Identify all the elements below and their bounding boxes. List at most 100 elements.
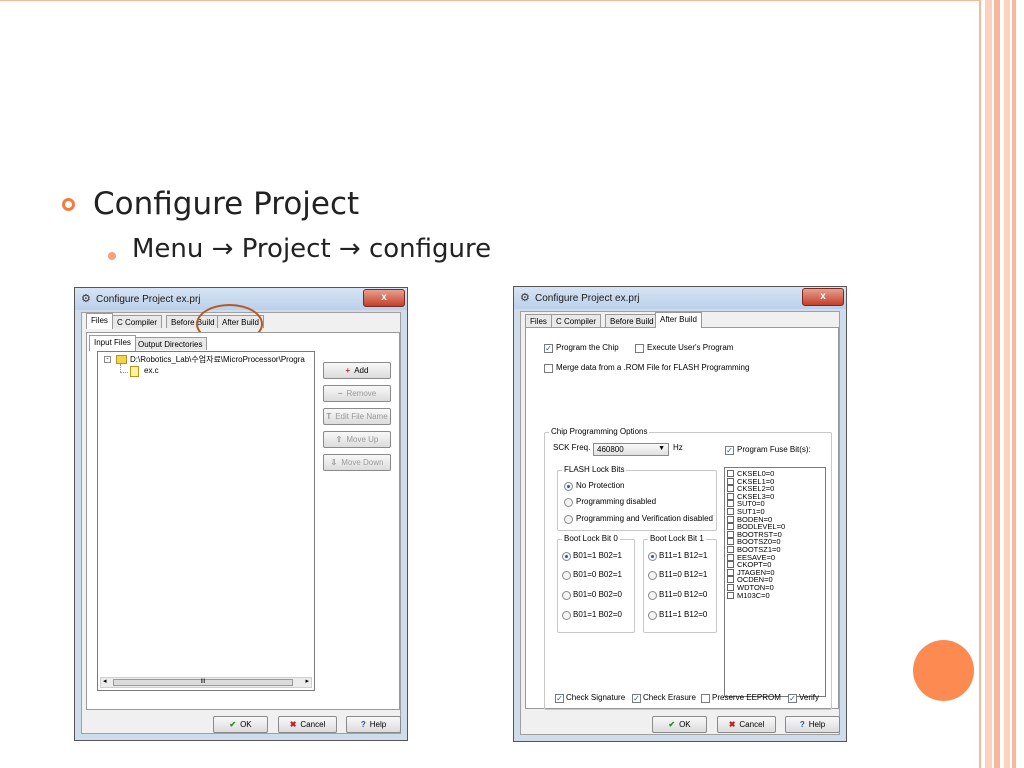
fuse-bit-checkbox[interactable] <box>727 553 734 561</box>
tree-connector <box>120 364 121 372</box>
b11-0-b12-1-label: B11=0 B12=1 <box>659 570 708 579</box>
edit-file-name-button[interactable]: T Edit File Name <box>323 408 391 425</box>
programming-disabled-label: Programming disabled <box>576 497 657 506</box>
b11-1-b12-0-label: B11=1 B12=0 <box>659 610 708 619</box>
programming-verification-disabled-label: Programming and Verification disabled <box>576 514 713 523</box>
chevron-down-icon: ▼ <box>658 445 665 452</box>
move-down-button[interactable]: ⇩ Move Down <box>323 454 391 471</box>
fuse-bit-checkbox[interactable] <box>727 470 734 477</box>
fuse-bit-checkbox[interactable] <box>727 568 734 576</box>
close-button[interactable]: x <box>363 289 405 307</box>
tab-input-files[interactable]: Input Files <box>89 335 136 351</box>
radio-programming-verification-disabled[interactable] <box>564 515 573 524</box>
move-down-label: Move Down <box>341 458 384 467</box>
arrow-up-icon: ⇧ <box>335 435 343 444</box>
execute-program-checkbox[interactable] <box>635 344 644 353</box>
check-signature-checkbox[interactable]: ✓ <box>555 694 564 703</box>
configure-project-dialog-files: ⚙ Configure Project ex.prj x Files C Com… <box>74 287 408 741</box>
cross-icon: ✖ <box>289 720 297 729</box>
fuse-bit-checkbox[interactable] <box>727 477 734 485</box>
scroll-left-icon[interactable]: ◂ <box>103 677 107 685</box>
merge-rom-checkbox[interactable] <box>544 364 553 373</box>
app-icon: ⚙ <box>520 292 530 304</box>
fuse-bit-checkbox[interactable] <box>727 530 734 538</box>
fuse-bit-checkbox[interactable] <box>727 485 734 493</box>
move-up-label: Move Up <box>346 435 379 444</box>
cancel-button[interactable]: ✖ Cancel <box>278 716 337 733</box>
edit-icon: T <box>326 412 332 421</box>
fuse-bit-checkbox[interactable] <box>727 546 734 553</box>
sck-freq-select[interactable]: 460800 ▼ <box>593 443 669 456</box>
fuse-bit-checkbox[interactable] <box>727 523 734 531</box>
cancel-label: Cancel <box>739 720 765 729</box>
file-tree: - D:\Robotics_Lab\수업자료\MicroProcessor\Pr… <box>97 351 315 691</box>
radio-b11-1-b12-1[interactable] <box>648 552 657 561</box>
flash-lock-bits-group: FLASH Lock Bits No Protection Programmin… <box>557 465 717 531</box>
tab-c-compiler[interactable]: C Compiler <box>551 314 602 327</box>
check-icon: ✔ <box>229 720 237 729</box>
tab-c-compiler[interactable]: C Compiler <box>112 315 163 328</box>
horizontal-scrollbar[interactable]: ◂ III ▸ <box>100 677 312 688</box>
decorative-circle <box>913 640 974 701</box>
radio-b01-1-b02-1[interactable] <box>562 552 571 561</box>
remove-button[interactable]: − Remove <box>323 385 391 402</box>
program-fuse-bits-checkbox[interactable]: ✓ <box>725 446 734 455</box>
radio-b11-0-b12-1[interactable] <box>648 571 657 580</box>
tree-root-path[interactable]: D:\Robotics_Lab\수업자료\MicroProcessor\Prog… <box>130 354 312 365</box>
ok-button[interactable]: ✔ OK <box>652 716 707 733</box>
cancel-label: Cancel <box>300 720 326 729</box>
fuse-bit-item[interactable]: M103C=0 <box>727 591 770 600</box>
fuse-bit-checkbox[interactable] <box>727 508 734 515</box>
add-button[interactable]: + Add <box>323 362 391 379</box>
radio-b11-0-b12-0[interactable] <box>648 591 657 600</box>
help-button[interactable]: ? Help <box>785 716 840 733</box>
verify-checkbox[interactable]: ✓ <box>788 694 797 703</box>
help-button[interactable]: ? Help <box>346 716 401 733</box>
program-chip-checkbox[interactable]: ✓ <box>544 344 553 353</box>
preserve-eeprom-checkbox[interactable] <box>701 694 710 703</box>
fuse-bit-checkbox[interactable] <box>727 492 734 500</box>
ok-button[interactable]: ✔ OK <box>213 716 268 733</box>
tab-files[interactable]: Files <box>525 314 552 327</box>
fuse-bit-checkbox[interactable] <box>727 515 734 523</box>
boot-lock-bit-1-group: Boot Lock Bit 1 B11=1 B12=1 B11=0 B12=1 … <box>643 534 717 633</box>
fuse-bit-checkbox[interactable] <box>727 576 734 584</box>
fuse-bits-list[interactable]: CKSEL0=0 CKSEL1=0 CKSEL2=0 CKSEL3=0 SUT0=0 SU… <box>724 467 826 697</box>
side-stripe <box>985 0 992 768</box>
project-folder-icon <box>116 355 127 364</box>
fuse-bit-checkbox[interactable] <box>727 538 734 546</box>
arrow-down-icon: ⇩ <box>330 458 338 467</box>
radio-b01-0-b02-1[interactable] <box>562 571 571 580</box>
help-label: Help <box>369 720 387 729</box>
top-border-line <box>0 0 979 1</box>
dialog-client: Files C Compiler Before Build After Buil… <box>81 304 401 734</box>
radio-programming-disabled[interactable] <box>564 498 573 507</box>
radio-b01-0-b02-0[interactable] <box>562 591 571 600</box>
collapse-toggle-icon[interactable]: - <box>104 356 111 363</box>
tree-file-item[interactable]: ex.c <box>144 366 159 375</box>
title-bar: ⚙ Configure Project ex.prj x <box>514 287 846 309</box>
check-erasure-checkbox[interactable]: ✓ <box>632 694 641 703</box>
close-button[interactable]: x <box>802 288 844 306</box>
fuse-bit-checkbox[interactable] <box>727 591 734 599</box>
question-icon: ? <box>360 720 366 729</box>
cancel-button[interactable]: ✖ Cancel <box>717 716 776 733</box>
tab-after-build[interactable]: After Build <box>655 312 702 328</box>
fuse-bit-checkbox[interactable] <box>727 561 734 569</box>
tab-before-build[interactable]: Before Build <box>605 314 659 327</box>
fuse-bit-checkbox[interactable] <box>727 584 734 591</box>
move-up-button[interactable]: ⇧ Move Up <box>323 431 391 448</box>
tab-files[interactable]: Files <box>86 313 113 329</box>
scroll-right-icon[interactable]: ▸ <box>305 677 309 685</box>
program-fuse-bits-label: Program Fuse Bit(s): <box>737 445 811 454</box>
radio-no-protection[interactable] <box>564 482 573 491</box>
radio-b11-1-b12-0[interactable] <box>648 611 657 620</box>
tab-output-directories[interactable]: Output Directories <box>133 337 208 350</box>
b01-1-b02-1-label: B01=1 B02=1 <box>573 551 622 560</box>
add-button-label: Add <box>354 366 369 375</box>
fuse-bit-checkbox[interactable] <box>727 500 734 508</box>
scrollbar-thumb[interactable]: III <box>113 679 293 686</box>
tree-connector <box>120 372 128 373</box>
b01-0-b02-0-label: B01=0 B02=0 <box>573 590 622 599</box>
radio-b01-1-b02-0[interactable] <box>562 611 571 620</box>
